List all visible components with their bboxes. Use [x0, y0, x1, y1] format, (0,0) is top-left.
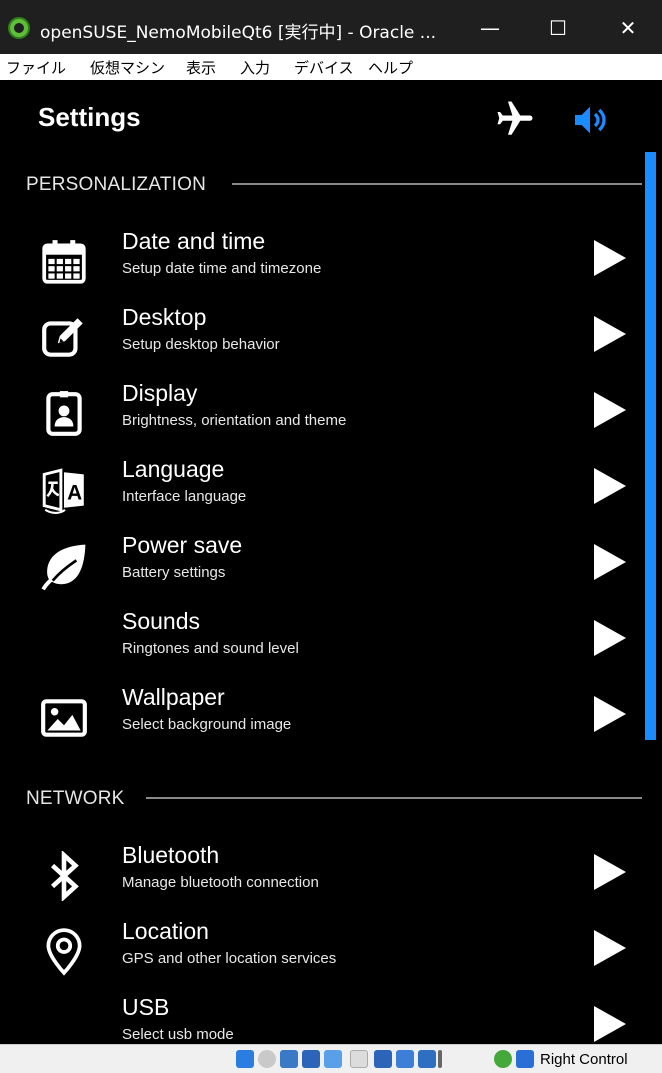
list-item-bluetooth[interactable]: Bluetooth Manage bluetooth connection — [0, 836, 645, 912]
list-item-date-and-time[interactable]: Date and time Setup date time and timezo… — [0, 222, 645, 298]
maximize-button[interactable]: ☐ — [538, 10, 578, 46]
item-description: Setup desktop behavior — [122, 336, 280, 353]
close-button[interactable]: ✕ — [608, 10, 648, 46]
volume-icon[interactable] — [568, 100, 612, 140]
item-description: Battery settings — [122, 564, 226, 581]
item-label: Display — [122, 380, 198, 406]
virtualbox-icon — [8, 17, 30, 39]
chevron-right-icon[interactable] — [592, 618, 628, 658]
section-network: NETWORK — [26, 788, 125, 809]
airplane-icon[interactable] — [494, 98, 536, 140]
item-description: Setup date time and timezone — [122, 260, 322, 277]
page-title: Settings — [38, 102, 141, 132]
menu-file[interactable]: ファイル — [6, 57, 66, 78]
window-titlebar: openSUSE_NemoMobileQt6 [実行中] - Oracle ..… — [0, 0, 662, 54]
disk-icon[interactable] — [236, 1050, 254, 1068]
item-description: Brightness, orientation and theme — [122, 412, 347, 429]
network-icon[interactable] — [302, 1050, 320, 1068]
chevron-right-icon[interactable] — [592, 694, 628, 734]
calendar-icon — [36, 234, 92, 290]
section-divider — [146, 797, 642, 799]
item-description: Ringtones and sound level — [122, 640, 299, 657]
item-label: USB — [122, 994, 170, 1020]
svg-text:A: A — [67, 481, 82, 504]
display-status-icon[interactable] — [374, 1050, 392, 1068]
chevron-right-icon[interactable] — [592, 928, 628, 968]
item-label: Sounds — [122, 608, 201, 634]
chevron-right-icon[interactable] — [592, 466, 628, 506]
section-divider — [232, 183, 642, 185]
item-label: Power save — [122, 532, 243, 558]
edit-icon — [36, 310, 92, 366]
list-item-wallpaper[interactable]: Wallpaper Select background image — [0, 678, 645, 754]
item-label: Desktop — [122, 304, 207, 330]
menu-view[interactable]: 表示 — [186, 57, 216, 78]
window-title: openSUSE_NemoMobileQt6 [実行中] - Oracle ..… — [40, 23, 436, 43]
list-item-location[interactable]: Location GPS and other location services — [0, 912, 645, 988]
menu-devices[interactable]: デバイス — [294, 57, 354, 78]
usb-icon[interactable] — [324, 1050, 342, 1068]
list-item-language[interactable]: A Language Interface language — [0, 450, 645, 526]
chevron-right-icon[interactable] — [592, 238, 628, 278]
image-icon — [36, 690, 92, 746]
audio-icon[interactable] — [280, 1050, 298, 1068]
list-item-display[interactable]: Display Brightness, orientation and them… — [0, 374, 645, 450]
chevron-right-icon[interactable] — [592, 852, 628, 892]
virtualization-icon[interactable] — [418, 1050, 436, 1068]
leaf-icon — [36, 538, 92, 594]
host-key-label: Right Control — [540, 1051, 628, 1068]
item-label: Language — [122, 456, 225, 482]
display-icon — [36, 386, 92, 442]
item-description: Manage bluetooth connection — [122, 874, 319, 891]
item-label: Date and time — [122, 228, 266, 254]
minimize-button[interactable]: — — [470, 10, 510, 46]
item-description: Select background image — [122, 716, 292, 733]
list-item-power-save[interactable]: Power save Battery settings — [0, 526, 645, 602]
bluetooth-icon — [36, 848, 92, 904]
item-label: Location — [122, 918, 209, 944]
chevron-right-icon[interactable] — [592, 314, 628, 354]
video-capture-icon[interactable] — [396, 1050, 414, 1068]
menu-input[interactable]: 入力 — [240, 57, 270, 78]
list-item-sounds[interactable]: Sounds Ringtones and sound level — [0, 602, 645, 678]
location-icon — [36, 924, 92, 980]
language-icon: A — [36, 462, 92, 518]
item-description: GPS and other location services — [122, 950, 337, 967]
guest-screen: Settings PERSONALIZATION Date and time S… — [0, 80, 662, 1044]
chevron-right-icon[interactable] — [592, 390, 628, 430]
item-description: Interface language — [122, 488, 247, 505]
item-description: Select usb mode — [122, 1026, 234, 1043]
item-label: Bluetooth — [122, 842, 220, 868]
list-item-desktop[interactable]: Desktop Setup desktop behavior — [0, 298, 645, 374]
scrollbar[interactable] — [645, 152, 656, 740]
mouse-integration-icon[interactable] — [494, 1050, 512, 1068]
optical-drive-icon[interactable] — [258, 1050, 276, 1068]
chevron-right-icon[interactable] — [592, 542, 628, 582]
shared-folder-icon[interactable] — [350, 1050, 368, 1068]
keyboard-capture-icon[interactable] — [516, 1050, 534, 1068]
menu-machine[interactable]: 仮想マシン — [90, 57, 165, 78]
menubar: ファイル 仮想マシン 表示 入力 デバイス ヘルプ — [0, 54, 662, 81]
separator-icon — [438, 1050, 442, 1068]
section-personalization: PERSONALIZATION — [26, 174, 207, 195]
item-label: Wallpaper — [122, 684, 225, 710]
vm-statusbar: Right Control — [0, 1044, 662, 1073]
list-item-usb[interactable]: USB Select usb mode — [0, 988, 645, 1044]
menu-help[interactable]: ヘルプ — [368, 57, 413, 78]
chevron-right-icon[interactable] — [592, 1004, 628, 1044]
